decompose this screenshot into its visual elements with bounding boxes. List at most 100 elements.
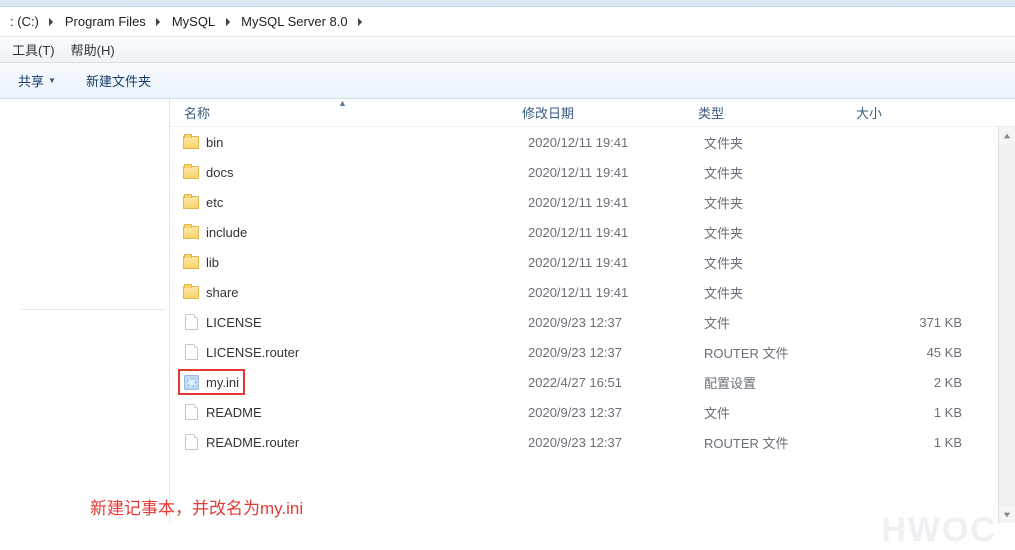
scroll-track[interactable] bbox=[999, 144, 1015, 506]
folder-icon bbox=[182, 193, 200, 211]
file-modified: 2020/12/11 19:41 bbox=[528, 165, 704, 180]
file-modified: 2020/12/11 19:41 bbox=[528, 285, 704, 300]
menu-label: 工具(T) bbox=[12, 40, 55, 59]
new-folder-label: 新建文件夹 bbox=[86, 71, 151, 90]
column-label: 大小 bbox=[856, 103, 882, 122]
folder-icon bbox=[182, 283, 200, 301]
file-type: ROUTER 文件 bbox=[704, 433, 862, 452]
file-name-cell: README bbox=[182, 403, 528, 421]
file-name: LICENSE bbox=[206, 315, 262, 330]
column-label: 类型 bbox=[698, 103, 724, 122]
file-row[interactable]: docs2020/12/11 19:41文件夹 bbox=[170, 157, 1015, 187]
file-type: 文件夹 bbox=[704, 133, 862, 152]
column-label: 名称 bbox=[184, 103, 210, 122]
breadcrumb-segment[interactable]: MySQL bbox=[166, 11, 221, 33]
folder-icon bbox=[182, 133, 200, 151]
file-size: 1 KB bbox=[862, 405, 982, 420]
file-name-cell: etc bbox=[182, 193, 528, 211]
share-button[interactable]: 共享 ▼ bbox=[12, 69, 62, 92]
breadcrumb-label: : (C:) bbox=[10, 14, 39, 29]
file-name: README bbox=[206, 405, 262, 420]
breadcrumb-label: Program Files bbox=[65, 14, 146, 29]
file-modified: 2020/9/23 12:37 bbox=[528, 405, 704, 420]
column-header-name[interactable]: 名称 ▲ bbox=[170, 99, 516, 126]
file-size: 1 KB bbox=[862, 435, 982, 450]
file-row[interactable]: bin2020/12/11 19:41文件夹 bbox=[170, 127, 1015, 157]
breadcrumb-label: MySQL Server 8.0 bbox=[241, 14, 347, 29]
window-title-edge bbox=[0, 0, 1015, 7]
nav-separator bbox=[22, 309, 165, 310]
column-header-size[interactable]: 大小 bbox=[850, 99, 970, 126]
file-name: include bbox=[206, 225, 247, 240]
file-modified: 2020/12/11 19:41 bbox=[528, 255, 704, 270]
scroll-down-button[interactable] bbox=[999, 506, 1015, 523]
breadcrumb-segment[interactable]: MySQL Server 8.0 bbox=[235, 11, 353, 33]
file-name-cell: README.router bbox=[182, 433, 528, 451]
folder-icon bbox=[182, 163, 200, 181]
chevron-right-icon[interactable] bbox=[221, 11, 235, 33]
file-name: etc bbox=[206, 195, 223, 210]
file-modified: 2020/9/23 12:37 bbox=[528, 315, 704, 330]
file-row[interactable]: etc2020/12/11 19:41文件夹 bbox=[170, 187, 1015, 217]
file-name: lib bbox=[206, 255, 219, 270]
file-row[interactable]: share 2020/12/11 19:41文件夹 bbox=[170, 277, 1015, 307]
file-row[interactable]: include2020/12/11 19:41文件夹 bbox=[170, 217, 1015, 247]
file-type: 配置设置 bbox=[704, 373, 862, 392]
file-modified: 2022/4/27 16:51 bbox=[528, 375, 704, 390]
file-name-cell: LICENSE.router bbox=[182, 343, 528, 361]
file-type: 文件夹 bbox=[704, 283, 862, 302]
file-row[interactable]: LICENSE2020/9/23 12:37文件371 KB bbox=[170, 307, 1015, 337]
navigation-pane[interactable] bbox=[0, 99, 170, 523]
new-folder-button[interactable]: 新建文件夹 bbox=[80, 69, 157, 92]
file-name: README.router bbox=[206, 435, 299, 450]
column-header-type[interactable]: 类型 bbox=[692, 99, 850, 126]
file-modified: 2020/9/23 12:37 bbox=[528, 345, 704, 360]
file-row[interactable]: lib 2020/12/11 19:41文件夹 bbox=[170, 247, 1015, 277]
file-name-cell: include bbox=[182, 223, 528, 241]
file-name-cell: share bbox=[182, 283, 528, 301]
file-row[interactable]: README.router2020/9/23 12:37ROUTER 文件1 K… bbox=[170, 427, 1015, 457]
file-icon bbox=[182, 433, 200, 451]
file-row[interactable]: my.ini 2022/4/27 16:51配置设置2 KB bbox=[170, 367, 1015, 397]
file-name-cell: docs bbox=[182, 163, 528, 181]
column-headers: 名称 ▲ 修改日期 类型 大小 bbox=[170, 99, 1015, 127]
file-type: 文件夹 bbox=[704, 223, 862, 242]
file-icon bbox=[182, 313, 200, 331]
content-area: 名称 ▲ 修改日期 类型 大小 bin2020/12/11 19:41文件夹 do… bbox=[0, 99, 1015, 523]
vertical-scrollbar[interactable] bbox=[998, 127, 1015, 523]
breadcrumb-segment[interactable]: Program Files bbox=[59, 11, 152, 33]
menu-tools[interactable]: 工具(T) bbox=[4, 39, 63, 61]
column-label: 修改日期 bbox=[522, 103, 574, 122]
file-size: 45 KB bbox=[862, 345, 982, 360]
file-icon bbox=[182, 343, 200, 361]
share-label: 共享 bbox=[18, 71, 44, 90]
file-name-cell: LICENSE bbox=[182, 313, 528, 331]
file-row[interactable]: LICENSE.router2020/9/23 12:37ROUTER 文件45… bbox=[170, 337, 1015, 367]
file-size: 2 KB bbox=[862, 375, 982, 390]
chevron-right-icon[interactable] bbox=[354, 11, 368, 33]
folder-icon bbox=[182, 253, 200, 271]
file-type: 文件夹 bbox=[704, 193, 862, 212]
watermark: HWOC bbox=[881, 511, 997, 550]
menu-label: 帮助(H) bbox=[71, 40, 115, 59]
file-rows: bin2020/12/11 19:41文件夹 docs 2020/12/11 19:… bbox=[170, 127, 1015, 457]
breadcrumb[interactable]: : (C:) Program Files MySQL MySQL Server … bbox=[0, 7, 1015, 37]
file-name: docs bbox=[206, 165, 233, 180]
menu-bar: 工具(T) 帮助(H) bbox=[0, 37, 1015, 63]
file-row[interactable]: README2020/9/23 12:37文件1 KB bbox=[170, 397, 1015, 427]
breadcrumb-segment[interactable]: : (C:) bbox=[4, 11, 45, 33]
file-type: 文件夹 bbox=[704, 253, 862, 272]
breadcrumb-label: MySQL bbox=[172, 14, 215, 29]
annotation-text: 新建记事本，并改名为my.ini bbox=[90, 494, 303, 519]
file-name: my.ini bbox=[206, 375, 239, 390]
file-list-pane: 名称 ▲ 修改日期 类型 大小 bin2020/12/11 19:41文件夹 do… bbox=[170, 99, 1015, 523]
chevron-right-icon[interactable] bbox=[152, 11, 166, 33]
chevron-right-icon[interactable] bbox=[45, 11, 59, 33]
menu-help[interactable]: 帮助(H) bbox=[63, 39, 123, 61]
scroll-up-button[interactable] bbox=[999, 127, 1015, 144]
toolbar: 共享 ▼ 新建文件夹 bbox=[0, 63, 1015, 99]
file-name-cell: lib bbox=[182, 253, 528, 271]
file-modified: 2020/12/11 19:41 bbox=[528, 135, 704, 150]
column-header-modified[interactable]: 修改日期 bbox=[516, 99, 692, 126]
file-name: share bbox=[206, 285, 239, 300]
